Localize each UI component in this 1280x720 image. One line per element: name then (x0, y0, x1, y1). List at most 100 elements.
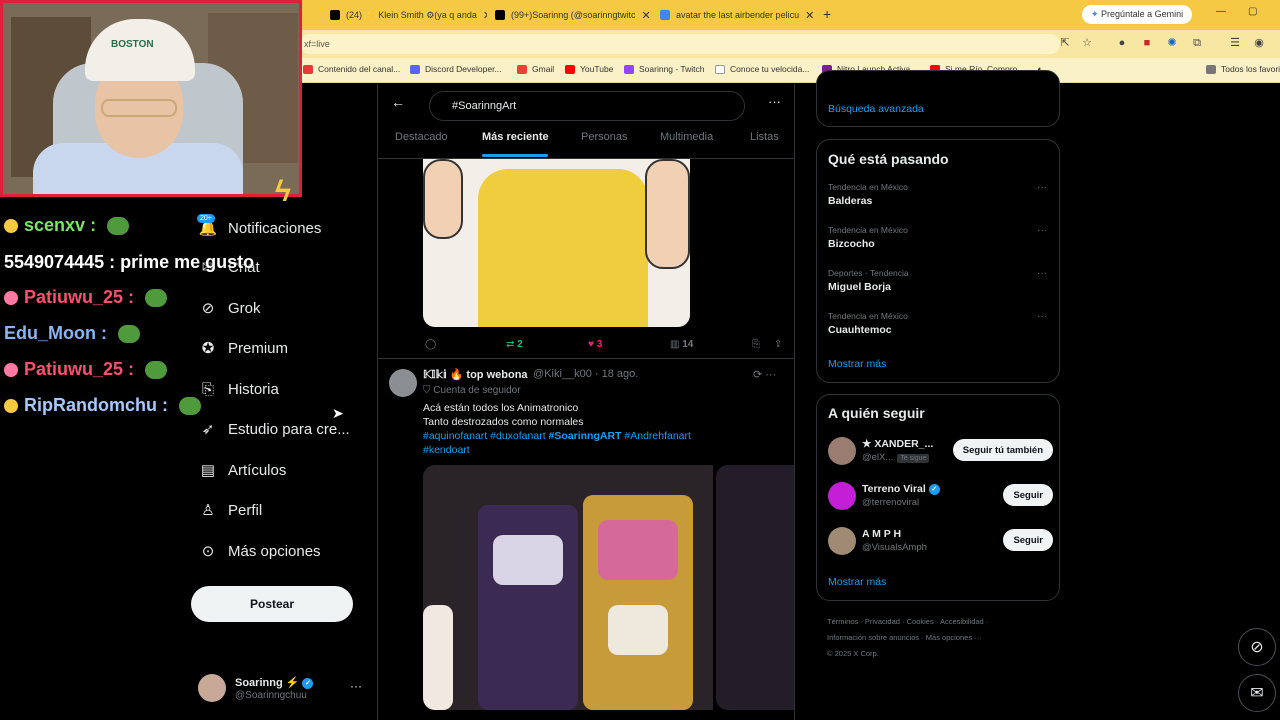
extension-icon[interactable]: ● (1115, 36, 1129, 50)
tweet-text: Acá están todos los Animatronico Tanto d… (423, 401, 763, 457)
install-icon[interactable]: ⇱ (1058, 36, 1072, 50)
animatronic-figure (423, 605, 453, 710)
follow-back-button[interactable]: Seguir tú también (952, 439, 1053, 461)
suggestion-name: Terreno Viral ✓ (862, 483, 940, 495)
bookmark-icon (303, 64, 313, 74)
reply-icon[interactable]: ◯ (425, 339, 436, 350)
nav-label: Notificaciones (228, 219, 322, 237)
tab-listas[interactable]: Listas (750, 131, 779, 143)
close-icon[interactable]: ✕ (635, 9, 650, 22)
extension-icon[interactable]: ■ (1140, 36, 1154, 50)
tweet-author-name[interactable]: 𝕂𝕀𝕜𝕚 🔥 top webona (423, 368, 528, 381)
follow-suggestion[interactable]: ★ XANDER_... @elX... Te sigue Seguir tú t… (828, 434, 1053, 470)
more-icon[interactable]: ··· (350, 679, 362, 693)
bookmark-folder[interactable]: Todos los favori (1206, 64, 1280, 74)
more-icon[interactable]: ··· (1037, 182, 1047, 193)
nav-articulos[interactable]: ▤ Artículos (190, 452, 286, 488)
hashtag-link[interactable]: #duxofanart (490, 430, 545, 442)
tweet-image[interactable] (423, 465, 713, 710)
address-bar[interactable]: xf=live (300, 34, 1060, 54)
avatar[interactable] (389, 369, 417, 397)
drawing-shirt (478, 169, 648, 327)
close-icon[interactable]: ✕ (477, 9, 487, 22)
advanced-search-link[interactable]: Búsqueda avanzada (828, 103, 924, 115)
puzzle-icon[interactable]: ⧉ (1190, 36, 1204, 50)
more-icon[interactable]: ··· (768, 94, 781, 109)
hashtag-link[interactable]: #kendoart (423, 444, 470, 456)
nav-perfil[interactable]: ♙ Perfil (190, 492, 262, 528)
trend-item[interactable]: Deportes · Tendencia Miguel Borja ··· (828, 268, 1053, 293)
youtube-icon (565, 64, 575, 74)
tweet[interactable]: 𝕂𝕀𝕜𝕚 🔥 top webona @Kiki__k00 · 18 ago. ⟳… (378, 358, 794, 720)
grok-fab-icon[interactable]: ⊘ (1238, 628, 1276, 666)
nav-mas-opciones[interactable]: ⊙ Más opciones (190, 533, 321, 569)
cap (85, 19, 195, 81)
close-icon[interactable]: ✕ (799, 9, 814, 22)
more-icon[interactable]: ··· (1037, 268, 1047, 279)
more-icon[interactable]: ··· (1037, 311, 1047, 322)
follow-suggestion[interactable]: Terreno Viral ✓ @terrenoviral Seguir (828, 479, 1053, 515)
follow-suggestion[interactable]: A M P H @VisualsAmph Seguir (828, 524, 1053, 560)
trend-context: Tendencia en México (828, 182, 908, 192)
more-icon[interactable]: ··· (1037, 225, 1047, 236)
tab-personas[interactable]: Personas (581, 131, 627, 143)
more-icon[interactable]: ⟳ ··· (753, 368, 776, 381)
account-switcher[interactable]: Soarinng ⚡ ✓ @Soarinngchuu ··· (198, 673, 368, 707)
hashtag-link[interactable]: #aquinofanart (423, 430, 487, 442)
trend-item[interactable]: Tendencia en México Balderas ··· (828, 182, 1053, 207)
bookmark[interactable]: Gmail (517, 64, 554, 74)
like-icon[interactable]: ♥ 3 (588, 339, 602, 350)
gemini-button[interactable]: ✦ Pregúntale a Gemini (1082, 5, 1193, 24)
bookmark[interactable]: YouTube (565, 64, 613, 74)
bookmark-icon[interactable]: ⎘ (752, 339, 760, 350)
plus-icon[interactable]: + (823, 6, 831, 22)
tweet-image[interactable] (716, 465, 794, 710)
hashtag-link[interactable]: #Andrehfanart (624, 430, 691, 442)
search-input[interactable] (429, 91, 745, 121)
profile-icon[interactable]: ◉ (1252, 36, 1266, 50)
bookmark[interactable]: Discord Developer... (410, 64, 502, 74)
show-more-link[interactable]: Mostrar más (828, 358, 886, 370)
trend-context: Deportes · Tendencia (828, 268, 909, 278)
tweet-image[interactable] (423, 159, 690, 327)
maximize-icon[interactable]: ▢ (1248, 6, 1257, 17)
avatar (828, 437, 856, 465)
back-arrow-icon[interactable]: ← (391, 94, 405, 110)
messages-fab-icon[interactable]: ✉ (1238, 674, 1276, 712)
browser-tab[interactable]: (99+)Soarinng (@soarinngtwitc ✕ (487, 4, 652, 26)
glasses (101, 99, 177, 117)
menu-icon[interactable]: ☰ (1228, 36, 1242, 50)
nav-historia[interactable]: ⎘ Historia (190, 371, 279, 407)
pepe-emote-icon (179, 397, 201, 416)
post-button[interactable]: Postear (191, 586, 353, 622)
hashtag-link[interactable]: #SoarinngART (549, 430, 622, 442)
bookmark[interactable]: Contenido del canal... (303, 64, 400, 74)
star-icon[interactable]: ☆ (1080, 36, 1094, 50)
tab-destacado[interactable]: Destacado (395, 131, 448, 143)
chat-user: Patiuwu_25 (24, 287, 124, 307)
account-name-text: Soarinng ⚡ (235, 677, 300, 689)
share-icon[interactable]: ⇪ (774, 339, 782, 350)
trends-title: Qué está pasando (828, 151, 949, 167)
nav-estudio[interactable]: ➶ Estudio para cre... (190, 411, 350, 447)
minimize-icon[interactable]: — (1216, 6, 1226, 17)
nav-grok[interactable]: ⊘ Grok (190, 290, 261, 326)
extension-icon[interactable]: ✺ (1165, 36, 1179, 50)
bookmark[interactable]: Conoce tu velocida... (715, 64, 809, 74)
views-icon[interactable]: ▥ 14 (670, 339, 693, 350)
browser-tab[interactable]: (24) ⚡ Klein Smith ⚙(ya q anda ✕ (322, 4, 487, 26)
retweet-icon[interactable]: ⇄ 2 (506, 339, 523, 350)
tab-multimedia[interactable]: Multimedia (660, 131, 713, 143)
lightning-logo-icon: ϟ (275, 175, 291, 208)
bookmark[interactable]: Soarinng - Twitch (624, 64, 705, 74)
follow-button[interactable]: Seguir (1003, 529, 1053, 551)
footer-line[interactable]: Información sobre anuncios · Más opcione… (827, 630, 1057, 646)
browser-tab[interactable]: avatar the last airbender pelicu ✕ (652, 4, 817, 26)
trend-item[interactable]: Tendencia en México Bizcocho ··· (828, 225, 1053, 250)
nav-premium[interactable]: ✪ Premium (190, 330, 288, 366)
follow-button[interactable]: Seguir (1003, 484, 1053, 506)
footer-line[interactable]: Términos · Privacidad · Cookies · Accesi… (827, 614, 1057, 630)
trend-item[interactable]: Tendencia en México Cuauhtemoc ··· (828, 311, 1053, 336)
tab-mas-reciente[interactable]: Más reciente (482, 131, 549, 143)
show-more-link[interactable]: Mostrar más (828, 576, 886, 588)
